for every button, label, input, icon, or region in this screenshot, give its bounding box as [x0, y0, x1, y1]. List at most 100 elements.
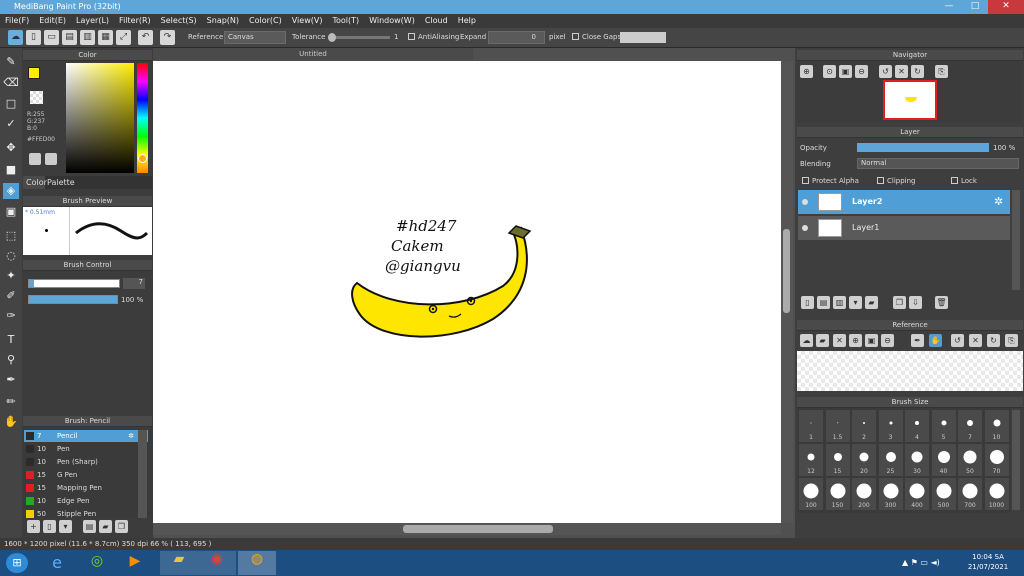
menu-select[interactable]: Select(S) [161, 14, 197, 28]
layer-opacity-slider[interactable] [857, 143, 989, 152]
grid-icon[interactable]: ▦ [98, 30, 113, 45]
reference-rotate-right-icon[interactable]: ↻ [987, 334, 1000, 347]
move-tool-icon[interactable]: ✥ [3, 140, 19, 156]
tab-palette[interactable]: Palette [47, 178, 75, 187]
brush-item-pen-sharp[interactable]: 10 Pen (Sharp) [24, 456, 148, 468]
duplicate-layer-icon[interactable]: ❐ [893, 296, 906, 309]
tab-color[interactable]: Color [23, 176, 47, 189]
text-tool-icon[interactable]: T [3, 332, 19, 348]
pen-tool-icon[interactable]: ✏ [3, 394, 19, 410]
reference-close-icon[interactable]: ✕ [833, 334, 846, 347]
gear-icon[interactable]: ✲ [994, 190, 1003, 214]
brush-size-preset[interactable]: 700 [958, 478, 982, 510]
hue-slider[interactable] [137, 63, 148, 173]
brush-size-preset[interactable]: 40 [931, 444, 956, 476]
close-button[interactable]: ✕ [988, 0, 1024, 14]
color-wheel-icon[interactable] [29, 153, 41, 165]
drawing-canvas[interactable]: #hd247 Cakem @giangvu [153, 61, 781, 523]
new-file-icon[interactable]: ▯ [26, 30, 41, 45]
brush-size-preset[interactable]: 50 [958, 444, 982, 476]
protect-alpha-checkbox[interactable] [802, 177, 809, 184]
page-icon[interactable]: ▥ [80, 30, 95, 45]
blending-select[interactable]: Normal [857, 158, 1019, 169]
minimize-button[interactable]: — [936, 0, 962, 14]
brush-size-preset[interactable]: 70 [984, 444, 1009, 476]
transparent-color-swatch[interactable] [30, 91, 43, 104]
brush-size-preset[interactable]: 15 [825, 444, 850, 476]
brush-size-preset[interactable]: 1000 [984, 478, 1009, 510]
system-tray-icons[interactable]: ▲ ⚑ ▭ ◄) [902, 558, 940, 567]
brush-size-preset[interactable]: 1 [799, 410, 823, 442]
menu-help[interactable]: Help [458, 14, 476, 28]
ie-icon[interactable]: e [46, 553, 68, 573]
brush-item-mapping-pen[interactable]: 15 Mapping Pen [24, 482, 148, 494]
brush-size-preset[interactable]: 300 [878, 478, 903, 510]
brush-size-preset[interactable]: 10 [984, 410, 1009, 442]
brush-size-preset[interactable]: 12 [799, 444, 823, 476]
brush-list-scrollbar[interactable] [138, 430, 147, 520]
visibility-icon[interactable] [802, 225, 808, 231]
select-pen-icon[interactable]: ✐ [3, 288, 19, 304]
select-rect-icon[interactable]: ⬚ [3, 228, 19, 244]
shape-tool-icon[interactable]: ■ [3, 162, 19, 178]
hue-handle[interactable] [138, 154, 147, 163]
brush-opacity-slider[interactable] [28, 295, 118, 304]
brush-size-slider[interactable] [28, 279, 120, 288]
clipping-checkbox[interactable] [877, 177, 884, 184]
eyedropper-tool-icon[interactable]: ✒ [3, 372, 19, 388]
brush-duplicate-icon[interactable]: ❐ [115, 520, 128, 533]
brush-item-pencil[interactable]: 7 Pencil ✲ [24, 430, 148, 442]
brush-size-preset[interactable]: 200 [852, 478, 876, 510]
reference-canvas[interactable] [797, 351, 1023, 391]
menu-snap[interactable]: Snap(N) [207, 14, 239, 28]
save-icon[interactable]: ▤ [62, 30, 77, 45]
divide-tool-icon[interactable]: ⚲ [3, 352, 19, 368]
new-8bit-layer-icon[interactable]: ▥ [833, 296, 846, 309]
antialiasing-checkbox[interactable] [408, 33, 415, 40]
eraser-tool-icon[interactable]: ⌫ [3, 75, 19, 91]
brush-item-g-pen[interactable]: 15 G Pen [24, 469, 148, 481]
cloud-icon[interactable]: ☁ [8, 30, 23, 45]
brush-size-value[interactable]: 7 [123, 278, 145, 289]
menu-filter[interactable]: Filter(R) [119, 14, 151, 28]
rotate-right-icon[interactable]: ↻ [911, 65, 924, 78]
brush-size-preset[interactable]: 7 [958, 410, 982, 442]
lock-checkbox[interactable] [951, 177, 958, 184]
brush-size-preset[interactable]: 30 [905, 444, 929, 476]
zoom-out-icon[interactable]: ⊖ [855, 65, 868, 78]
close-gaps-slider[interactable] [620, 32, 666, 43]
vertical-scrollbar[interactable] [781, 61, 793, 523]
brush-size-preset[interactable]: 4 [905, 410, 929, 442]
brush-size-preset[interactable]: 20 [852, 444, 876, 476]
flip-icon[interactable]: ✕ [895, 65, 908, 78]
brush-copy-icon[interactable]: ▤ [83, 520, 96, 533]
delete-layer-icon[interactable]: 🗑 [935, 296, 948, 309]
select-eraser-icon[interactable]: ✑ [3, 308, 19, 324]
brush-size-preset[interactable]: 400 [905, 478, 929, 510]
actual-size-icon[interactable]: ▣ [839, 65, 852, 78]
reference-zoom-in-icon[interactable]: ⊕ [849, 334, 862, 347]
maximize-button[interactable]: □ [962, 0, 988, 14]
horizontal-scroll-thumb[interactable] [403, 525, 553, 533]
reference-zoom-out-icon[interactable]: ⊖ [881, 334, 894, 347]
layer-scrollbar[interactable] [1012, 190, 1020, 290]
chrome-icon[interactable]: ◉ [198, 551, 236, 575]
menu-file[interactable]: File(F) [5, 14, 29, 28]
magic-wand-icon[interactable]: ✦ [3, 268, 19, 284]
brush-size-preset[interactable]: 1.5 [825, 410, 850, 442]
menu-layer[interactable]: Layer(L) [76, 14, 109, 28]
reference-open-icon[interactable]: ▰ [816, 334, 829, 347]
add-brush-icon[interactable]: + [27, 520, 40, 533]
gear-icon[interactable]: ✲ [128, 430, 134, 442]
visibility-icon[interactable] [802, 199, 808, 205]
tolerance-slider-handle[interactable] [328, 33, 336, 42]
fill-tool-icon[interactable]: ◈ [3, 183, 19, 199]
navigator-thumbnail[interactable] [883, 80, 937, 120]
tolerance-slider[interactable] [328, 33, 390, 42]
brush-item-edge-pen[interactable]: 10 Edge Pen [24, 495, 148, 507]
browser-icon[interactable]: ◎ [86, 553, 108, 573]
reference-flip-icon[interactable]: ✕ [969, 334, 982, 347]
menu-window[interactable]: Window(W) [369, 14, 415, 28]
new-halftone-layer-icon[interactable]: ▤ [817, 296, 830, 309]
menu-cloud[interactable]: Cloud [425, 14, 448, 28]
